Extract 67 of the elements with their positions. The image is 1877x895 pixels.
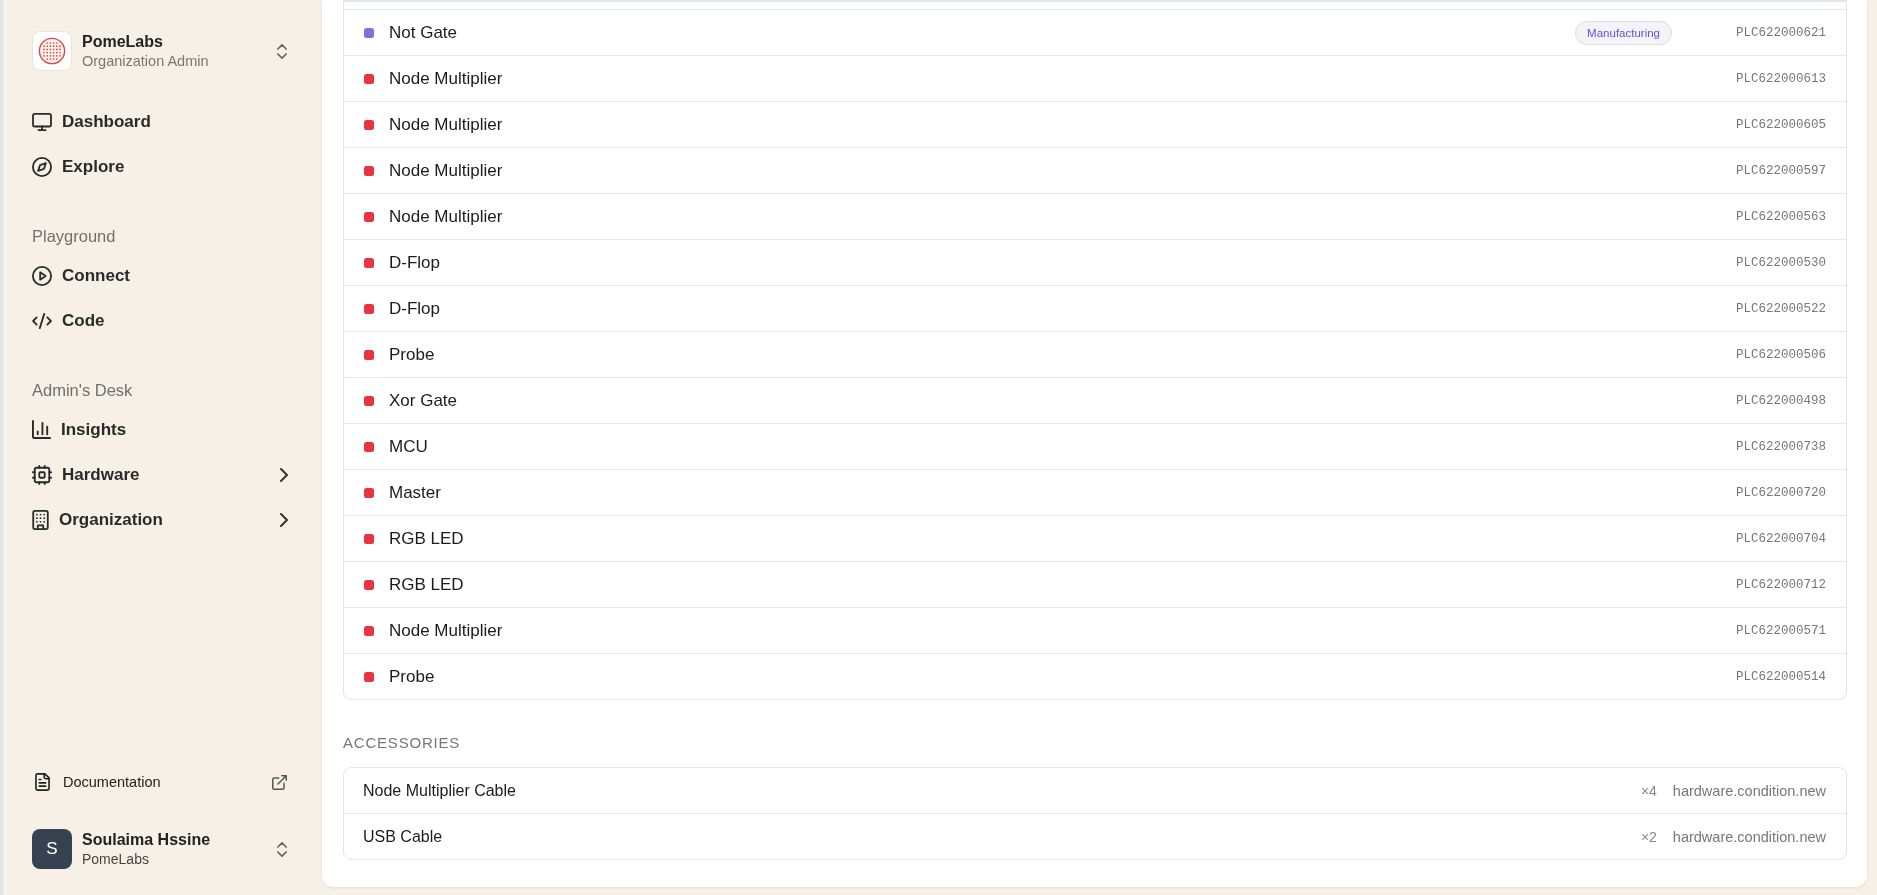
serial-number: PLC622000704: [1736, 531, 1826, 546]
org-role: Organization Admin: [82, 52, 210, 70]
document-icon: [35, 773, 50, 791]
accessory-name: Node Multiplier Cable: [363, 781, 517, 800]
serial-number: PLC622000563: [1736, 209, 1826, 224]
serial-number: PLC622000605: [1736, 117, 1826, 132]
serial-number: PLC622000738: [1736, 439, 1826, 454]
chevron-right-icon: [280, 512, 288, 527]
device-name: RGB LED: [389, 528, 465, 549]
serial-number: PLC622000506: [1736, 347, 1826, 362]
user-organization: PomeLabs: [82, 850, 150, 868]
sidebar-item[interactable]: Organization: [32, 497, 290, 542]
accessory-condition: hardware.condition.new: [1672, 828, 1826, 845]
device-name: D-Flop: [389, 298, 441, 319]
accessory-name: USB Cable: [363, 827, 444, 846]
logo-icon: [32, 31, 72, 71]
user-name: Soulaima Hssine: [82, 830, 212, 850]
sidebar-item[interactable]: Connect: [32, 253, 290, 298]
serial-number: PLC622000720: [1736, 485, 1826, 500]
device-name: Master: [389, 482, 442, 503]
accessory-quantity: ×4: [1640, 782, 1657, 799]
org-name: PomeLabs: [82, 32, 164, 52]
serial-number: PLC622000613: [1736, 71, 1826, 86]
section-heading: Admin's Desk: [32, 380, 134, 400]
section-heading: Playground: [32, 226, 117, 246]
serial-number: PLC622000712: [1736, 577, 1826, 592]
status-badge: Manufacturing: [1575, 20, 1672, 45]
device-name: Probe: [389, 344, 436, 365]
chip-icon: [32, 464, 52, 485]
sidebar-item[interactable]: Dashboard: [32, 99, 290, 144]
serial-number: PLC622000522: [1736, 301, 1826, 316]
device-name: Xor Gate: [389, 390, 459, 411]
bar-chart-icon: [32, 420, 51, 439]
section-heading: ACCESSORIES: [343, 733, 462, 753]
device-name: D-Flop: [389, 252, 441, 273]
device-name: Node Multiplier: [389, 206, 504, 227]
device-name: Node Multiplier: [389, 114, 504, 135]
accessory-condition: hardware.condition.new: [1672, 782, 1826, 799]
serial-number: PLC622000514: [1736, 669, 1826, 684]
compass-icon: [32, 156, 52, 177]
user-avatar: S: [32, 829, 72, 869]
code-icon: [32, 312, 52, 329]
chevron-right-icon: [280, 467, 288, 482]
chevrons-up-down-icon[interactable]: [277, 43, 287, 59]
sidebar-item[interactable]: Insights: [32, 407, 290, 452]
device-name: RGB LED: [389, 574, 465, 595]
sidebar-item[interactable]: Explore: [32, 144, 290, 189]
serial-number: PLC622000621: [1736, 25, 1826, 40]
serial-number: PLC622000571: [1736, 623, 1826, 638]
building-icon: [32, 509, 49, 530]
device-name: Node Multiplier: [389, 620, 504, 641]
play-circle-icon: [32, 265, 52, 286]
external-link-icon: [272, 774, 287, 790]
device-name: Node Multiplier: [389, 68, 504, 89]
sidebar-item[interactable]: Hardware: [32, 452, 290, 497]
accessory-quantity: ×2: [1640, 828, 1657, 845]
device-name: MCU: [389, 436, 429, 457]
serial-number: PLC622000597: [1736, 163, 1826, 178]
serial-number: PLC622000530: [1736, 255, 1826, 270]
monitor-icon: [32, 112, 52, 131]
device-name: Probe: [389, 666, 436, 687]
documentation-link[interactable]: Documentation: [32, 762, 290, 802]
device-name: Node Multiplier: [389, 160, 504, 181]
device-name: Not Gate: [389, 22, 459, 43]
chevrons-up-down-icon[interactable]: [277, 841, 287, 857]
sidebar-item[interactable]: Code: [32, 298, 290, 343]
serial-number: PLC622000498: [1736, 393, 1826, 408]
